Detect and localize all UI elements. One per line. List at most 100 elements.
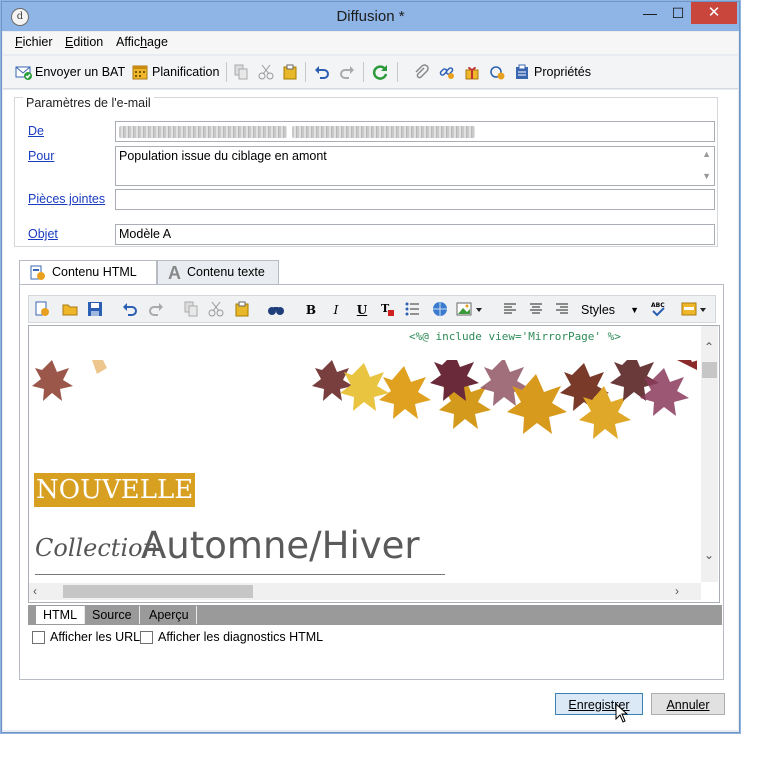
scroll-left-icon[interactable]: ‹: [33, 584, 37, 598]
italic-icon[interactable]: I: [327, 301, 345, 319]
gift-icon: [464, 64, 480, 80]
clipboard-icon: [282, 64, 298, 80]
autumn-leaves-banner: [32, 360, 697, 439]
subject-field[interactable]: Modèle A: [115, 224, 715, 245]
scroll-down-icon[interactable]: ▼: [702, 171, 711, 181]
hyperlink-globe-icon[interactable]: [431, 301, 449, 319]
tab-html-content[interactable]: Contenu HTML: [19, 260, 157, 286]
bold-icon[interactable]: B: [302, 301, 320, 319]
personalize-button[interactable]: [489, 63, 505, 81]
menu-bar: Fichier Edition Affichage: [3, 32, 738, 54]
scroll-right-icon[interactable]: ›: [675, 584, 679, 598]
menu-affichage-pre: Affic: [116, 35, 141, 49]
maximize-button[interactable]: ☐: [664, 2, 692, 24]
toolbar-separator: [305, 62, 306, 82]
cancel-button[interactable]: Annuler: [651, 693, 725, 715]
toolbar-separator: [226, 62, 227, 82]
styles-label: Styles: [581, 303, 616, 317]
paperclip-icon: [413, 64, 429, 80]
send-bat-label: Envoyer un BAT: [35, 65, 126, 79]
link-button[interactable]: [439, 63, 455, 81]
properties-icon: [514, 64, 530, 80]
link-icon: [439, 64, 455, 80]
html-content-icon: [30, 265, 46, 281]
to-value: Population issue du ciblage en amont: [119, 149, 327, 163]
menu-edition[interactable]: Edition: [65, 35, 103, 49]
from-label[interactable]: De: [28, 124, 44, 138]
title-underline: [35, 574, 445, 575]
chevron-down-icon: ▼: [630, 305, 639, 315]
horizontal-scroll-thumb[interactable]: [63, 585, 253, 598]
html-editor[interactable]: <%@ include view='MirrorPage' %> NOUVELL…: [28, 325, 720, 603]
redo-icon: [339, 64, 355, 80]
checkbox-box[interactable]: [140, 630, 153, 644]
checkbox-box[interactable]: [32, 630, 45, 644]
open-folder-icon[interactable]: [61, 301, 79, 319]
vertical-scroll-thumb[interactable]: [702, 362, 717, 378]
paste-button[interactable]: [282, 63, 298, 81]
text-color-icon[interactable]: T: [379, 301, 397, 319]
save-icon[interactable]: [86, 301, 104, 319]
copy-icon[interactable]: [182, 301, 200, 319]
attachments-label[interactable]: Pièces jointes: [28, 192, 105, 206]
include-directive: <%@ include view='MirrorPage' %>: [409, 330, 621, 343]
form-field-icon[interactable]: [681, 301, 709, 319]
show-diagnostics-checkbox[interactable]: Afficher les diagnostics HTML: [140, 630, 323, 644]
cancel-label: Annuler: [666, 698, 710, 712]
minimize-button[interactable]: —: [636, 2, 664, 24]
scroll-up-icon[interactable]: ▲: [702, 149, 711, 159]
redo-button[interactable]: [339, 63, 355, 81]
show-diagnostics-label: Afficher les diagnostics HTML: [158, 630, 324, 644]
menu-affichage[interactable]: Affichage: [116, 35, 168, 49]
scroll-up-icon[interactable]: ⌃: [704, 340, 714, 354]
offer-button[interactable]: [464, 63, 480, 81]
styles-dropdown[interactable]: Styles ▼: [581, 301, 639, 319]
align-left-icon[interactable]: [501, 301, 519, 319]
send-bat-button[interactable]: Envoyer un BAT: [15, 63, 125, 81]
undo-icon[interactable]: [121, 301, 139, 319]
to-label[interactable]: Pour: [28, 149, 54, 163]
spellcheck-icon[interactable]: ABC: [649, 301, 667, 319]
from-field[interactable]: [115, 121, 715, 142]
refresh-button[interactable]: [372, 63, 388, 81]
envelope-check-icon: [15, 64, 32, 80]
align-center-icon[interactable]: [527, 301, 545, 319]
bulleted-list-icon[interactable]: [403, 301, 421, 319]
from-redacted-name: [119, 126, 287, 138]
copy-button[interactable]: [233, 63, 249, 81]
paste-icon[interactable]: [233, 301, 251, 319]
attach-button[interactable]: [413, 63, 429, 81]
save-button[interactable]: Enregistrer: [555, 693, 643, 715]
subject-label[interactable]: Objet: [28, 227, 58, 241]
cut-button[interactable]: [258, 63, 274, 81]
scissors-icon[interactable]: [207, 301, 225, 319]
show-urls-checkbox[interactable]: Afficher les URL: [32, 630, 140, 644]
properties-button[interactable]: Propriétés: [514, 63, 591, 81]
text-content-icon: A: [168, 263, 181, 283]
from-redacted-email: [292, 126, 475, 138]
editor-vertical-scrollbar[interactable]: ⌃ ⌄: [701, 326, 718, 582]
tab-html[interactable]: HTML: [36, 606, 86, 624]
menu-fichier[interactable]: Fichier: [15, 35, 53, 49]
attachments-field[interactable]: [115, 189, 715, 210]
toolbar-separator: [397, 62, 398, 82]
to-field[interactable]: Population issue du ciblage en amont ▲ ▼: [115, 146, 715, 186]
find-binoculars-icon[interactable]: [267, 301, 285, 319]
planning-button[interactable]: Planification: [132, 63, 219, 81]
new-icon[interactable]: [33, 301, 51, 319]
copy-icon: [233, 64, 249, 80]
toolbar-separator: [363, 62, 364, 82]
window-title: Diffusion *: [336, 8, 405, 25]
show-urls-label: Afficher les URL: [50, 630, 141, 644]
align-right-icon[interactable]: [553, 301, 571, 319]
tab-apercu[interactable]: Aperçu: [142, 606, 197, 624]
underline-icon[interactable]: U: [353, 301, 371, 319]
tab-source[interactable]: Source: [85, 606, 140, 624]
editor-horizontal-scrollbar[interactable]: ‹ ›: [29, 583, 701, 600]
redo-icon[interactable]: [147, 301, 165, 319]
close-button[interactable]: ✕: [691, 2, 737, 24]
scroll-down-icon[interactable]: ⌄: [704, 548, 714, 562]
undo-button[interactable]: [314, 63, 330, 81]
tab-text-content[interactable]: A Contenu texte: [157, 260, 279, 284]
insert-image-icon[interactable]: [455, 301, 485, 319]
